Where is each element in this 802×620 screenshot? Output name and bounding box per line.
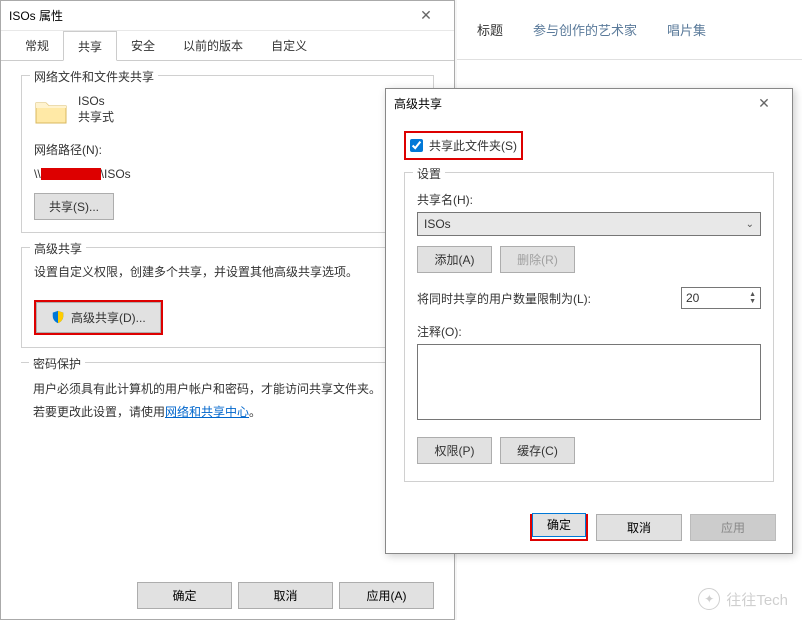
- tab-customize[interactable]: 自定义: [257, 31, 321, 60]
- share-name-label: 共享名(H):: [417, 191, 761, 208]
- properties-tabs: 常规 共享 安全 以前的版本 自定义: [1, 31, 454, 61]
- apply-button: 应用: [690, 514, 776, 541]
- network-share-section: 网络文件和文件夹共享 ISOs 共享式 网络路径(N): \\\ISOs 共享(…: [21, 75, 434, 233]
- share-folder-checkbox-row[interactable]: 共享此文件夹(S): [406, 133, 521, 158]
- cancel-button[interactable]: 取消: [596, 514, 682, 541]
- section-title: 高级共享: [30, 240, 86, 257]
- col-artist[interactable]: 参与创作的艺术家: [533, 20, 637, 39]
- redacted-hostname: [41, 168, 101, 180]
- advanced-body: 共享此文件夹(S) 设置 共享名(H): ISOs ⌄ 添加(A) 删除(R) …: [386, 117, 792, 496]
- user-limit-spinner[interactable]: 20 ▲▼: [681, 287, 761, 309]
- highlight-box: 共享此文件夹(S): [404, 131, 523, 160]
- advanced-sharing-dialog: 高级共享 ✕ 共享此文件夹(S) 设置 共享名(H): ISOs ⌄ 添加(A)…: [385, 88, 793, 554]
- settings-label: 设置: [413, 165, 445, 182]
- advanced-footer: 确定 取消 应用: [530, 514, 776, 541]
- col-title[interactable]: 标题: [477, 20, 503, 39]
- section-title: 网络文件和文件夹共享: [30, 68, 158, 85]
- chevron-down-icon: ⌄: [746, 219, 754, 230]
- share-item-name: ISOs: [78, 94, 114, 108]
- network-center-link[interactable]: 网络和共享中心: [165, 405, 249, 419]
- explorer-columns: 标题 参与创作的艺术家 唱片集: [457, 0, 802, 60]
- permissions-button[interactable]: 权限(P): [417, 437, 492, 464]
- settings-group: 设置 共享名(H): ISOs ⌄ 添加(A) 删除(R) 将同时共享的用户数量…: [404, 172, 774, 482]
- comment-textarea[interactable]: [417, 344, 761, 420]
- share-button[interactable]: 共享(S)...: [34, 193, 114, 220]
- cancel-button[interactable]: 取消: [238, 582, 333, 609]
- col-album[interactable]: 唱片集: [667, 20, 706, 39]
- advanced-title: 高级共享: [394, 95, 744, 112]
- ok-button[interactable]: 确定: [137, 582, 232, 609]
- tab-sharing[interactable]: 共享: [63, 31, 117, 61]
- add-button[interactable]: 添加(A): [417, 246, 492, 273]
- remove-button: 删除(R): [500, 246, 575, 273]
- spinner-arrows-icon[interactable]: ▲▼: [749, 291, 756, 305]
- folder-icon: [34, 94, 68, 128]
- network-path-label: 网络路径(N):: [34, 140, 421, 162]
- properties-title: ISOs 属性: [9, 7, 406, 24]
- shield-icon: [51, 310, 65, 324]
- share-status: 共享式: [78, 108, 114, 125]
- share-name-value: ISOs: [424, 217, 451, 231]
- password-change-hint: 若要更改此设置，请使用网络和共享中心。: [33, 402, 422, 424]
- advanced-desc: 设置自定义权限，创建多个共享，并设置其他高级共享选项。: [34, 262, 421, 284]
- password-desc: 用户必须具有此计算机的用户帐户和密码，才能访问共享文件夹。: [33, 379, 422, 401]
- user-limit-value: 20: [686, 291, 699, 305]
- highlight-box: 高级共享(D)...: [34, 300, 163, 335]
- tab-previous-versions[interactable]: 以前的版本: [169, 31, 257, 60]
- ok-button[interactable]: 确定: [532, 513, 586, 537]
- share-name-select[interactable]: ISOs ⌄: [417, 212, 761, 236]
- close-icon[interactable]: ✕: [406, 4, 446, 28]
- section-title: 密码保护: [29, 355, 85, 372]
- user-limit-label: 将同时共享的用户数量限制为(L):: [417, 290, 591, 307]
- caching-button[interactable]: 缓存(C): [500, 437, 575, 464]
- share-folder-checkbox[interactable]: [410, 139, 423, 152]
- tab-general[interactable]: 常规: [11, 31, 63, 60]
- password-protection-section: 密码保护 用户必须具有此计算机的用户帐户和密码，才能访问共享文件夹。 若要更改此…: [21, 362, 434, 438]
- advanced-titlebar[interactable]: 高级共享 ✕: [386, 89, 792, 117]
- network-path: \\\ISOs: [34, 164, 421, 186]
- comment-label: 注释(O):: [417, 323, 761, 340]
- share-folder-label: 共享此文件夹(S): [429, 137, 517, 154]
- highlight-box: 确定: [530, 514, 588, 541]
- apply-button[interactable]: 应用(A): [339, 582, 434, 609]
- advanced-sharing-section: 高级共享 设置自定义权限，创建多个共享，并设置其他高级共享选项。 高级共享(D)…: [21, 247, 434, 348]
- close-icon[interactable]: ✕: [744, 91, 784, 115]
- tab-security[interactable]: 安全: [117, 31, 169, 60]
- properties-footer: 确定 取消 应用(A): [137, 582, 434, 609]
- advanced-sharing-button[interactable]: 高级共享(D)...: [36, 302, 161, 333]
- properties-titlebar[interactable]: ISOs 属性 ✕: [1, 1, 454, 31]
